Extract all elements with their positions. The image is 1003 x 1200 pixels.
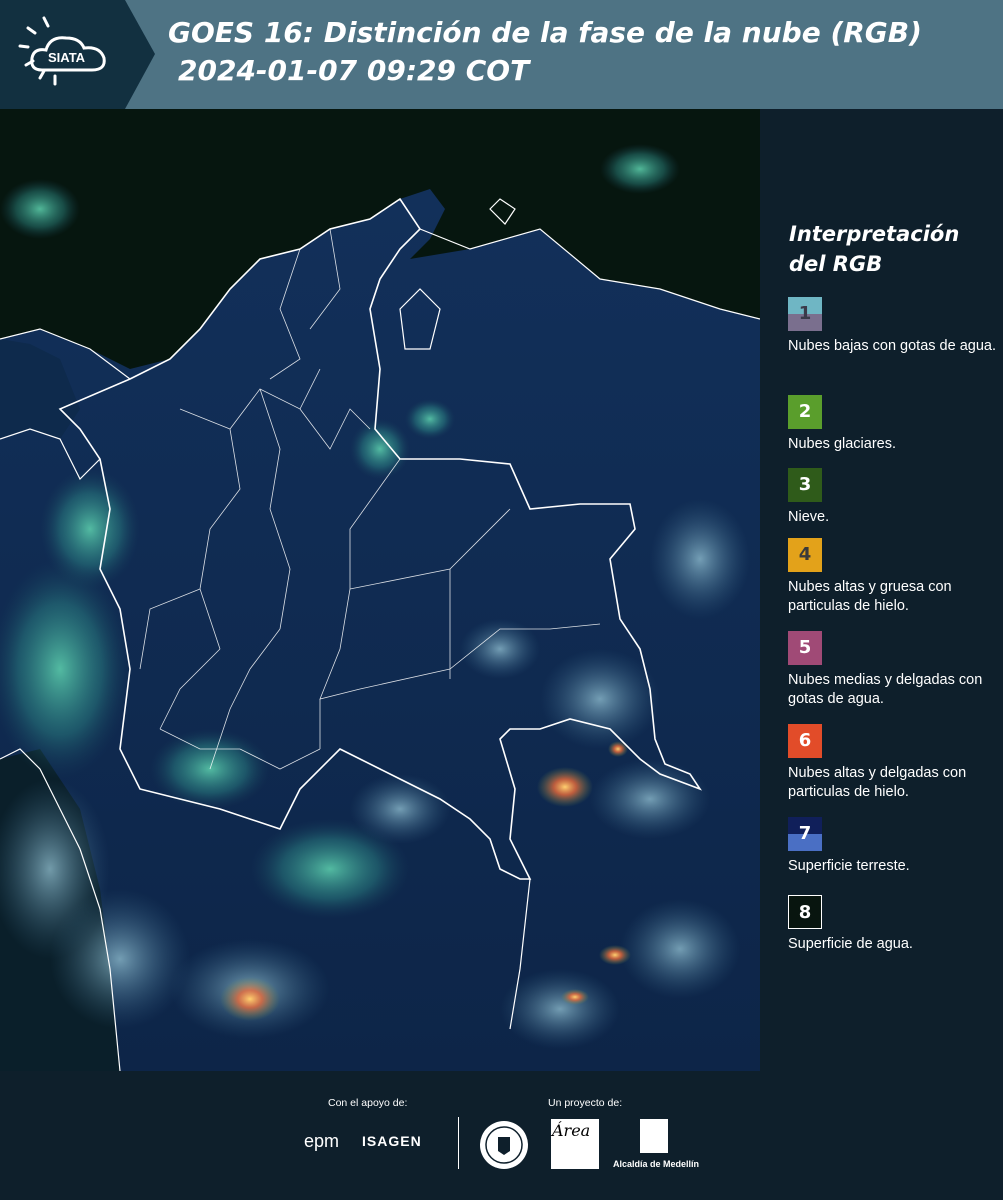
legend-swatch-4: 4 <box>788 538 822 572</box>
area-metropolitana-text: Área <box>552 1121 591 1140</box>
siata-logo: SIATA <box>0 0 155 109</box>
satellite-map <box>0 109 760 1071</box>
title-line-1: GOES 16: Distinción de la fase de la nub… <box>168 16 922 49</box>
epm-logo: epm <box>304 1131 340 1151</box>
legend-number-1: 1 <box>798 303 812 324</box>
legend-item-6: 6 Nubes altas y delgadas con particulas … <box>788 724 998 802</box>
page-title: GOES 16: Distinción de la fase de la nub… <box>168 14 922 90</box>
title-line-2: 2024-01-07 09:29 COT <box>178 54 530 87</box>
legend-label-6: Nubes altas y delgadas con particulas de… <box>788 765 967 800</box>
legend-number-6: 6 <box>798 730 812 751</box>
legend-label-1: Nubes bajas con gotas de agua. <box>788 338 996 354</box>
legend-swatch-3: 3 <box>788 468 822 502</box>
legend-swatch-7: 7 <box>788 817 822 851</box>
legend-title: Interpretación del RGB <box>789 222 960 276</box>
legend-item-4: 4 Nubes altas y gruesa con particulas de… <box>788 538 998 616</box>
legend-label-5: Nubes medias y delgadas con gotas de agu… <box>788 672 983 707</box>
legend-item-5: 5 Nubes medias y delgadas con gotas de a… <box>788 631 998 709</box>
alcaldia-crest-icon <box>640 1119 668 1153</box>
legend-item-8: 8 Superficie de agua. <box>788 895 998 954</box>
support-label: Con el apoyo de: <box>328 1097 408 1109</box>
legend-label-2: Nubes glaciares. <box>788 436 896 452</box>
legend-number-2: 2 <box>798 401 812 422</box>
legend-panel: Interpretación del RGB 1 Nubes bajas con… <box>760 109 1003 1071</box>
legend-label-8: Superficie de agua. <box>788 936 913 952</box>
legend-number-7: 7 <box>798 823 812 844</box>
legend-label-3: Nieve. <box>788 509 830 525</box>
legend-number-8: 8 <box>798 902 812 923</box>
legend-label-4: Nubes altas y gruesa con particulas de h… <box>788 579 952 614</box>
legend-swatch-6: 6 <box>788 724 822 758</box>
legend-item-2: 2 Nubes glaciares. <box>788 395 998 454</box>
alcaldia-text: Alcaldía de Medellín <box>613 1159 700 1169</box>
isagen-logo: ISAGEN <box>362 1133 422 1149</box>
legend-number-3: 3 <box>798 474 812 495</box>
legend-number-4: 4 <box>798 544 812 565</box>
legend-swatch-8: 8 <box>788 895 822 929</box>
legend-swatch-1: 1 <box>788 297 822 331</box>
legend-number-5: 5 <box>798 637 812 658</box>
legend-swatch-5: 5 <box>788 631 822 665</box>
footer: Con el apoyo de: Un proyecto de: epm ISA… <box>0 1071 1003 1200</box>
footer-divider <box>458 1117 459 1169</box>
legend-item-7: 7 Superficie terreste. <box>788 817 998 876</box>
legend-swatch-2: 2 <box>788 395 822 429</box>
legend-item-1: 1 Nubes bajas con gotas de agua. <box>788 297 998 356</box>
siata-logo-text: SIATA <box>48 50 86 65</box>
project-label: Un proyecto de: <box>548 1097 623 1109</box>
seal-icon <box>480 1121 528 1169</box>
legend-label-7: Superficie terreste. <box>788 858 910 874</box>
header-bar: SIATA GOES 16: Distinción de la fase de … <box>0 0 1003 109</box>
legend-item-3: 3 Nieve. <box>788 468 998 527</box>
